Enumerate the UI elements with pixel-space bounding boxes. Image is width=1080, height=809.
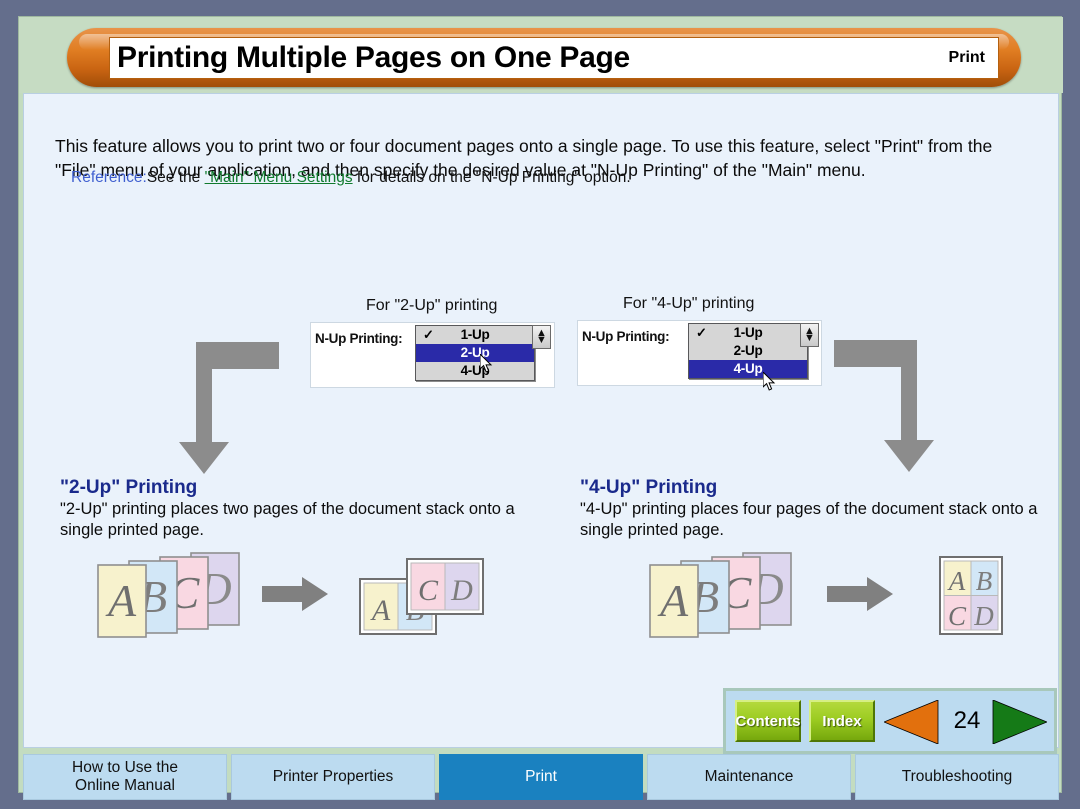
tab-how-to-use[interactable]: How to Use the Online Manual bbox=[23, 754, 227, 800]
body-4up: "4-Up" printing places four pages of the… bbox=[580, 500, 1038, 539]
reference-label: Reference: bbox=[71, 169, 147, 186]
output-sheets-2up: A B C D bbox=[359, 558, 484, 635]
menu-item-label: 2-Up bbox=[733, 343, 763, 358]
main-menu-settings-link[interactable]: "Main" Menu Settings bbox=[205, 169, 353, 186]
svg-text:A: A bbox=[105, 575, 137, 626]
nup-field-label-4up: N-Up Printing: bbox=[582, 329, 670, 344]
menu-item-2up-4up[interactable]: 2-Up bbox=[689, 342, 807, 360]
page-stack-4up: D C B A bbox=[649, 552, 792, 638]
page-title: Printing Multiple Pages on One Page bbox=[117, 41, 630, 74]
tab-print[interactable]: Print bbox=[439, 754, 643, 800]
content-panel: This feature allows you to print two or … bbox=[23, 93, 1059, 748]
body-2up: "2-Up" printing places two pages of the … bbox=[60, 500, 515, 539]
menu-item-label: 1-Up bbox=[733, 325, 763, 340]
title-pill: Printing Multiple Pages on One Page Prin… bbox=[67, 28, 1021, 87]
elbow-arrow-down-right-icon bbox=[834, 340, 934, 472]
heading-4up: "4-Up" Printing bbox=[580, 477, 718, 498]
menu-item-1up-4up[interactable]: ✓ 1-Up bbox=[689, 324, 807, 342]
tab-printer-properties[interactable]: Printer Properties bbox=[231, 754, 435, 800]
tab-label: Printer Properties bbox=[272, 768, 394, 785]
menu-item-2up-2up[interactable]: 2-Up bbox=[416, 344, 534, 362]
bottom-tab-bar: How to Use the Online Manual Printer Prop… bbox=[23, 754, 1059, 800]
caption-2up: For "2-Up" printing bbox=[366, 297, 498, 314]
reference-pre-text: See the bbox=[146, 169, 205, 186]
stepper-2up[interactable]: ▲ ▼ bbox=[532, 325, 551, 349]
page-stack-2up: D C B A bbox=[97, 552, 240, 638]
next-page-arrow-icon[interactable] bbox=[991, 700, 1047, 744]
svg-text:A: A bbox=[947, 566, 966, 596]
illustration-2up: D C B A A B C bbox=[97, 552, 484, 638]
transform-arrow-icon bbox=[262, 577, 328, 611]
menu-item-label: 2-Up bbox=[460, 345, 490, 360]
check-icon: ✓ bbox=[423, 327, 434, 342]
reference-post-text: for details on the "N-Up Printing" optio… bbox=[352, 169, 631, 186]
contents-button[interactable]: Contents bbox=[735, 700, 801, 742]
tab-label: How to Use the Online Manual bbox=[72, 759, 178, 794]
transform-arrow-icon bbox=[827, 577, 893, 611]
menu-item-label: 4-Up bbox=[460, 363, 490, 378]
stepper-down-icon[interactable]: ▼ bbox=[804, 333, 815, 344]
header-banner: Printing Multiple Pages on One Page Prin… bbox=[19, 17, 1063, 93]
menu-item-4up-4up[interactable]: 4-Up bbox=[689, 360, 807, 378]
nup-field-label-2up: N-Up Printing: bbox=[315, 331, 403, 346]
reference-line: Reference:See the "Main" Menu Settings f… bbox=[71, 168, 631, 188]
stepper-4up[interactable]: ▲ ▼ bbox=[800, 323, 819, 347]
svg-text:C: C bbox=[418, 574, 439, 607]
svg-text:A: A bbox=[657, 575, 689, 626]
menu-item-label: 4-Up bbox=[733, 361, 763, 376]
title-inner-panel: Printing Multiple Pages on One Page Prin… bbox=[109, 37, 999, 79]
stepper-down-icon[interactable]: ▼ bbox=[536, 335, 547, 346]
page-number: 24 bbox=[953, 707, 981, 734]
menu-item-4up-2up[interactable]: 4-Up bbox=[416, 362, 534, 380]
navigation-bar: Contents Index 24 bbox=[723, 688, 1057, 754]
caption-4up: For "4-Up" printing bbox=[623, 295, 755, 312]
svg-text:C: C bbox=[948, 601, 967, 631]
svg-text:A: A bbox=[370, 594, 391, 627]
heading-2up: "2-Up" Printing bbox=[60, 477, 198, 498]
nup-dropdown-menu-2up[interactable]: ✓ 1-Up 2-Up 4-Up bbox=[415, 325, 535, 381]
svg-text:D: D bbox=[450, 574, 473, 607]
header-section-label: Print bbox=[948, 49, 985, 66]
tab-maintenance[interactable]: Maintenance bbox=[647, 754, 851, 800]
menu-item-label: 1-Up bbox=[460, 327, 490, 342]
tab-label: Print bbox=[525, 768, 557, 785]
page-frame: Printing Multiple Pages on One Page Prin… bbox=[18, 16, 1063, 800]
index-button[interactable]: Index bbox=[809, 700, 875, 742]
nup-dialog-4up: N-Up Printing: ✓ 1-Up 2-Up 4-Up bbox=[577, 320, 822, 386]
svg-text:B: B bbox=[976, 566, 993, 596]
nup-dialog-2up: N-Up Printing: ✓ 1-Up 2-Up 4-Up bbox=[310, 322, 555, 388]
tab-label: Troubleshooting bbox=[901, 768, 1013, 785]
tab-label: Maintenance bbox=[704, 768, 794, 785]
tab-troubleshooting[interactable]: Troubleshooting bbox=[855, 754, 1059, 800]
nup-dropdown-menu-4up[interactable]: ✓ 1-Up 2-Up 4-Up bbox=[688, 323, 808, 379]
illustration-4up: D C B A A B C D bbox=[649, 552, 1003, 638]
check-icon: ✓ bbox=[696, 325, 707, 340]
menu-item-1up-2up[interactable]: ✓ 1-Up bbox=[416, 326, 534, 344]
svg-text:D: D bbox=[973, 601, 994, 631]
output-sheet-4up: A B C D bbox=[939, 556, 1003, 635]
elbow-arrow-down-left-icon bbox=[179, 342, 279, 474]
previous-page-arrow-icon[interactable] bbox=[884, 700, 940, 744]
